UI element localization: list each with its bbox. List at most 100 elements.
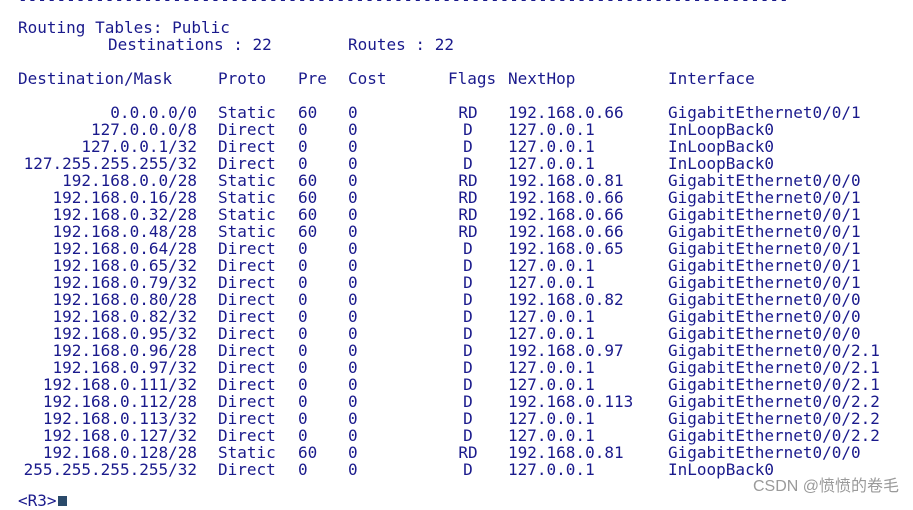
header-flags: Flags	[448, 69, 497, 88]
route-cost: 0	[348, 205, 358, 224]
route-proto: Static	[218, 171, 276, 190]
route-proto: Direct	[218, 137, 276, 156]
route-interface: GigabitEthernet0/0/0	[668, 307, 861, 326]
route-cost: 0	[348, 188, 358, 207]
route-pre: 0	[298, 324, 308, 343]
route-nexthop: 192.168.0.97	[508, 341, 624, 360]
route-flags: D	[463, 358, 473, 377]
route-cost: 0	[348, 103, 358, 122]
route-pre: 60	[298, 171, 318, 190]
route-interface: GigabitEthernet0/0/1	[668, 188, 861, 207]
route-cost: 0	[348, 154, 358, 173]
route-interface: GigabitEthernet0/0/2.1	[668, 375, 880, 394]
route-cost: 0	[348, 409, 358, 428]
route-interface: GigabitEthernet0/0/1	[668, 222, 861, 241]
route-flags: D	[463, 154, 473, 173]
route-flags: RD	[458, 205, 478, 224]
table-row: 192.168.0.82/32 Direct 0 0 127.0.0.1 GigabitE…	[0, 308, 913, 325]
header-cost: Cost	[348, 69, 387, 88]
route-cost: 0	[348, 426, 358, 445]
route-cost: 0	[348, 256, 358, 275]
route-cost: 0	[348, 273, 358, 292]
route-pre: 60	[298, 222, 318, 241]
route-flags: D	[463, 137, 473, 156]
text-cursor[interactable]	[58, 496, 67, 506]
route-destination: 192.168.0.82/32	[52, 307, 198, 326]
route-cost: 0	[348, 120, 358, 139]
route-proto: Static	[218, 222, 276, 241]
route-cost: 0	[348, 392, 358, 411]
route-interface: GigabitEthernet0/0/2.2	[668, 409, 880, 428]
route-pre: 0	[298, 426, 308, 445]
route-cost: 0	[348, 171, 358, 190]
table-row: 192.168.0.80/28 Direct 0 0 192.168.0.82 Gigab…	[0, 291, 913, 308]
route-nexthop: 192.168.0.66	[508, 205, 624, 224]
route-nexthop: 127.0.0.1	[508, 154, 595, 173]
route-destination: 192.168.0.48/28	[52, 222, 198, 241]
table-row: 192.168.0.113/32 Direct 0 0 127.0.0.1 Gigabit…	[0, 410, 913, 427]
table-row: 192.168.0.95/32 Direct 0 0 127.0.0.1 GigabitE…	[0, 325, 913, 342]
route-flags: RD	[458, 443, 478, 462]
route-nexthop: 192.168.0.81	[508, 171, 624, 190]
route-interface: GigabitEthernet0/0/1	[668, 239, 861, 258]
route-pre: 0	[298, 307, 308, 326]
route-nexthop: 192.168.0.81	[508, 443, 624, 462]
route-pre: 0	[298, 341, 308, 360]
route-proto: Direct	[218, 290, 276, 309]
route-destination: 192.168.0.64/28	[52, 239, 198, 258]
route-pre: 0	[298, 256, 308, 275]
route-flags: D	[463, 426, 473, 445]
table-row: 192.168.0.111/32 Direct 0 0 127.0.0.1 Gigabit…	[0, 376, 913, 393]
route-pre: 60	[298, 188, 318, 207]
route-proto: Direct	[218, 239, 276, 258]
table-row: 192.168.0.96/28 Direct 0 0 192.168.0.97 Gigab…	[0, 342, 913, 359]
route-cost: 0	[348, 307, 358, 326]
route-destination: 192.168.0.112/28	[42, 392, 197, 411]
route-interface: GigabitEthernet0/0/2.2	[668, 426, 880, 445]
route-proto: Static	[218, 103, 276, 122]
route-flags: D	[463, 460, 473, 479]
route-nexthop: 192.168.0.65	[508, 239, 624, 258]
route-cost: 0	[348, 443, 358, 462]
routes-count: Routes : 22	[348, 35, 454, 54]
route-interface: GigabitEthernet0/0/1	[668, 103, 861, 122]
route-interface: GigabitEthernet0/0/1	[668, 273, 861, 292]
route-flags: D	[463, 120, 473, 139]
route-interface: GigabitEthernet0/0/0	[668, 324, 861, 343]
route-interface: InLoopBack0	[668, 137, 774, 156]
route-proto: Static	[218, 188, 276, 207]
route-proto: Direct	[218, 273, 276, 292]
route-destination: 127.255.255.255/32	[23, 154, 197, 173]
route-destination: 192.168.0.0/28	[62, 171, 197, 190]
route-proto: Static	[218, 205, 276, 224]
route-proto: Direct	[218, 120, 276, 139]
table-row: 192.168.0.97/32 Direct 0 0 127.0.0.1 GigabitE…	[0, 359, 913, 376]
command-prompt: <R3>	[18, 491, 57, 510]
route-cost: 0	[348, 358, 358, 377]
route-destination: 127.0.0.0/8	[91, 120, 197, 139]
route-pre: 0	[298, 137, 308, 156]
route-destination: 0.0.0.0/0	[110, 103, 197, 122]
header-interface: Interface	[668, 69, 755, 88]
table-row: 192.168.0.64/28 Direct 0 0 192.168.0.65 Gigab…	[0, 240, 913, 257]
route-interface: GigabitEthernet0/0/2.2	[668, 392, 880, 411]
route-flags: D	[463, 239, 473, 258]
header-proto: Proto	[218, 69, 267, 88]
route-flags: RD	[458, 171, 478, 190]
header-nexthop: NextHop	[508, 69, 576, 88]
route-pre: 0	[298, 409, 308, 428]
separator-line: ----------------------------------------…	[18, 0, 789, 8]
route-destination: 255.255.255.255/32	[23, 460, 197, 479]
route-flags: D	[463, 273, 473, 292]
route-proto: Direct	[218, 375, 276, 394]
route-nexthop: 127.0.0.1	[508, 307, 595, 326]
route-destination: 192.168.0.32/28	[52, 205, 198, 224]
route-proto: Static	[218, 443, 276, 462]
table-row: 192.168.0.48/28 Static 60 0 192.168.0.66 Giga…	[0, 223, 913, 240]
route-proto: Direct	[218, 324, 276, 343]
route-pre: 0	[298, 239, 308, 258]
route-interface: InLoopBack0	[668, 154, 774, 173]
route-flags: D	[463, 324, 473, 343]
route-interface: GigabitEthernet0/0/0	[668, 171, 861, 190]
route-pre: 0	[298, 273, 308, 292]
